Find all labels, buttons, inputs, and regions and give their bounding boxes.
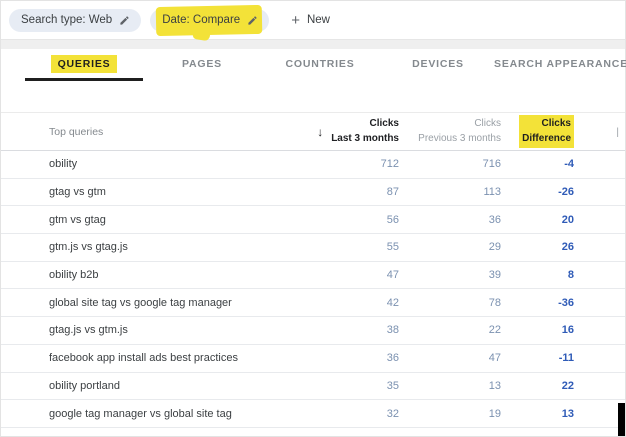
difference-cell: 16 — [561, 324, 574, 337]
clicks-prev-cell: 78 — [488, 296, 501, 309]
tab-devices-label: DEVICES — [412, 58, 464, 70]
clicks-last-cell: 36 — [386, 352, 399, 365]
clicks-diff-line1: Clicks — [541, 118, 571, 129]
difference-cell: 20 — [561, 213, 574, 226]
difference-cell: 22 — [561, 379, 574, 392]
clicks-last-cell: 42 — [386, 296, 399, 309]
clicks-diff-line2: Difference — [522, 132, 571, 144]
filter-bar: Search type: Web Date: Compare + New — [1, 1, 625, 41]
query-cell[interactable]: gtag.js vs gtm.js — [1, 324, 309, 336]
tab-queries-label: QUERIES — [50, 55, 118, 73]
query-cell[interactable]: obility — [1, 158, 309, 170]
yellow-highlight-drip — [192, 27, 211, 41]
sort-descending-icon[interactable]: ↓ — [317, 125, 323, 139]
plus-icon: + — [291, 11, 300, 29]
new-filter-button-label: New — [306, 14, 330, 26]
difference-cell: 26 — [561, 241, 574, 254]
clicks-prev-cell: 113 — [483, 186, 501, 199]
table-row[interactable]: google tag manager vs global site tag 32… — [1, 400, 625, 428]
difference-cell: 8 — [567, 269, 574, 282]
clicks-last-line2: Last 3 months — [331, 132, 399, 144]
clicks-last-cell: 712 — [380, 158, 399, 171]
query-cell[interactable]: gtm.js vs gtag.js — [1, 241, 309, 253]
clicks-last-cell: 38 — [386, 324, 399, 337]
page-background-divider — [1, 39, 625, 49]
column-header-clicks-last-3-months[interactable]: ↓ Clicks Last 3 months — [309, 117, 399, 146]
table-row[interactable]: global site tag vs google tag manager 42… — [1, 289, 625, 318]
screenshot-black-artifact — [618, 403, 625, 436]
table-row[interactable]: facebook app install ads best practices … — [1, 345, 625, 373]
difference-cell: -26 — [558, 186, 574, 199]
clicks-prev-cell: 39 — [488, 269, 501, 282]
clicks-prev-cell: 47 — [488, 352, 501, 365]
edit-pencil-icon[interactable] — [119, 15, 130, 26]
tab-search-appearance-label: SEARCH APPEARANCE — [494, 58, 626, 70]
query-cell[interactable]: gtm vs gtag — [1, 214, 309, 226]
table-row[interactable]: gtag vs gtm 87 113 -26 — [1, 179, 625, 207]
column-header-top-queries[interactable]: Top queries — [1, 126, 309, 138]
search-type-chip[interactable]: Search type: Web — [9, 8, 142, 32]
clicks-prev-line2: Previous 3 months — [418, 132, 501, 144]
tab-pages-label: PAGES — [182, 58, 222, 70]
difference-cell: 13 — [561, 407, 574, 420]
clicks-last-cell: 55 — [386, 241, 399, 254]
report-tabs: QUERIES PAGES COUNTRIES DEVICES SEARCH A… — [1, 49, 626, 113]
clicks-prev-cell: 22 — [488, 324, 501, 337]
table-row[interactable]: gtm vs gtag 56 36 20 — [1, 206, 625, 235]
difference-cell: -36 — [558, 296, 574, 309]
query-cell[interactable]: google tag manager vs global site tag — [1, 408, 309, 420]
query-cell[interactable]: obility portland — [1, 380, 309, 392]
tab-search-appearance[interactable]: SEARCH APPEARANCE — [494, 49, 626, 79]
clicks-last-cell: 32 — [386, 407, 399, 420]
clicks-prev-cell: 29 — [488, 241, 501, 254]
clicks-prev-cell: 36 — [488, 213, 501, 226]
date-compare-chip[interactable]: Date: Compare — [150, 4, 270, 41]
clicks-difference-highlight: Clicks Difference — [519, 115, 574, 148]
table-row[interactable]: obility 712 716 -4 — [1, 151, 625, 179]
table-body: obility 712 716 -4 gtag vs gtm 87 113 -2… — [1, 151, 625, 428]
query-cell[interactable]: gtag vs gtm — [1, 186, 309, 198]
table-header-row: Top queries ↓ Clicks Last 3 months Click… — [1, 113, 625, 151]
difference-cell: -11 — [558, 352, 574, 365]
table-row[interactable]: obility portland 35 13 22 — [1, 373, 625, 401]
table-row[interactable]: obility b2b 47 39 8 — [1, 262, 625, 290]
clicks-prev-cell: 716 — [482, 158, 501, 171]
tab-devices[interactable]: DEVICES — [379, 49, 497, 79]
difference-cell: -4 — [564, 158, 574, 171]
clicks-last-cell: 47 — [386, 269, 399, 282]
tab-pages[interactable]: PAGES — [143, 49, 261, 79]
column-header-clicks-previous-3-months[interactable]: Clicks Previous 3 months — [399, 117, 501, 146]
date-compare-chip-label: Date: Compare — [162, 14, 241, 26]
search-type-chip-label: Search type: Web — [21, 14, 113, 26]
clicks-last-cell: 35 — [386, 379, 399, 392]
new-filter-button[interactable]: + New — [291, 13, 330, 28]
tab-countries[interactable]: COUNTRIES — [261, 49, 379, 79]
clicks-prev-cell: 13 — [488, 379, 501, 392]
table-row[interactable]: gtag.js vs gtm.js 38 22 16 — [1, 317, 625, 345]
column-header-clicks-difference[interactable]: Clicks Difference — [501, 115, 574, 148]
edit-pencil-icon[interactable] — [247, 15, 258, 26]
query-cell[interactable]: obility b2b — [1, 269, 309, 281]
tab-countries-label: COUNTRIES — [285, 58, 355, 70]
clicks-last-line1: Clicks — [369, 118, 399, 129]
query-cell[interactable]: global site tag vs google tag manager — [1, 297, 309, 309]
clicks-last-cell: 87 — [386, 186, 399, 199]
clipped-next-column-edge: | — [616, 127, 619, 138]
query-cell[interactable]: facebook app install ads best practices — [1, 352, 309, 364]
tab-queries[interactable]: QUERIES — [25, 49, 143, 81]
clicks-last-cell: 56 — [386, 213, 399, 226]
clicks-prev-cell: 19 — [488, 407, 501, 420]
clicks-prev-line1: Clicks — [474, 118, 501, 129]
table-row[interactable]: gtm.js vs gtag.js 55 29 26 — [1, 234, 625, 262]
